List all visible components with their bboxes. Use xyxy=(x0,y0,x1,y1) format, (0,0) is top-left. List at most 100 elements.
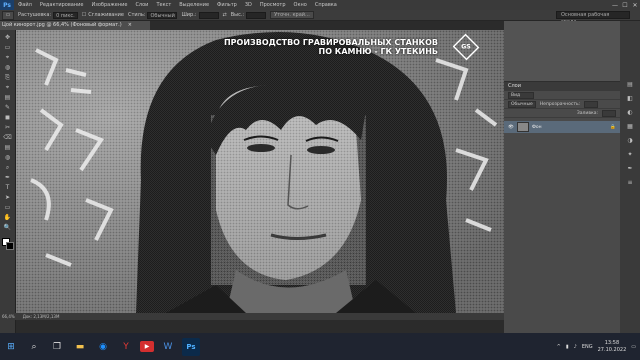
feather-input[interactable]: 0 пикс. xyxy=(53,11,78,19)
lasso-tool-icon[interactable]: ⌖ xyxy=(2,54,14,62)
menu-view[interactable]: Просмотр xyxy=(256,2,290,8)
opacity-label: Непрозрачность: xyxy=(539,101,581,107)
panels-area: Слои Вид Обычные Непрозрачность: Заливка… xyxy=(504,21,620,333)
photoshop-icon[interactable]: Ps xyxy=(182,337,200,356)
width-label: Шир.: xyxy=(181,12,197,18)
antialias-group[interactable]: ☐ Сглаживание xyxy=(82,12,124,18)
volume-icon[interactable]: ♪ xyxy=(574,344,577,350)
workspace-select[interactable]: Основная рабочая среда xyxy=(556,11,630,25)
style-group: Стиль: Обычный xyxy=(128,11,178,19)
minimize-button[interactable]: — xyxy=(610,2,620,9)
color-panel-icon[interactable]: ◐ xyxy=(625,109,635,117)
width-group: Шир.: xyxy=(181,11,219,19)
hand-tool-icon[interactable]: ✋ xyxy=(2,214,14,222)
search-icon[interactable]: ⌕ xyxy=(25,338,43,356)
zoom-level[interactable]: 66,4% xyxy=(2,313,15,320)
quick-select-tool-icon[interactable]: ◍ xyxy=(2,64,14,72)
language-indicator[interactable]: ENG xyxy=(582,344,593,350)
start-icon[interactable]: ⊞ xyxy=(2,338,20,356)
layers-panel-title[interactable]: Слои xyxy=(504,82,620,91)
swap-icon[interactable]: ⇄ xyxy=(223,12,227,18)
clock-date: 27.10.2022 xyxy=(597,346,627,353)
height-label: Выс.: xyxy=(230,12,245,18)
pen-tool-icon[interactable]: ✒ xyxy=(2,174,14,182)
menu-layers[interactable]: Слои xyxy=(131,2,152,8)
browser-icon[interactable]: ◉ xyxy=(94,338,112,356)
height-input[interactable] xyxy=(246,11,267,19)
watermark-line-2: ПО КАМНЮ - ГК УТЕКИНЬ xyxy=(318,47,439,56)
crop-tool-icon[interactable]: ⎘ xyxy=(2,74,14,82)
eyedropper-tool-icon[interactable]: ⌖ xyxy=(2,84,14,92)
tools-panel: ✥ ▭ ⌖ ◍ ⎘ ⌖ ▤ ✎ ◼ ✂ ⌫ ▤ ◍ ⌕ ✒ T ➤ ▭ ✋ 🔍 xyxy=(0,30,16,333)
history-panel-icon[interactable]: ▤ xyxy=(625,81,635,89)
panel-dock: ▤ ◧ ◐ ▦ ◑ ✦ ✒ ≡ xyxy=(620,21,640,333)
menu-filter[interactable]: Фильтр xyxy=(213,2,241,8)
background-color[interactable] xyxy=(5,242,14,250)
swatches-panel-icon[interactable]: ▦ xyxy=(625,123,635,131)
menu-file[interactable]: Файл xyxy=(14,2,36,8)
fill-input[interactable] xyxy=(602,109,616,117)
menu-edit[interactable]: Редактирование xyxy=(36,2,88,8)
watermark: ПРОИЗВОДСТВО ГРАВИРОВАЛЬНЫХ СТАНКОВ ПО К… xyxy=(224,38,438,56)
watermark-line-1: ПРОИЗВОДСТВО ГРАВИРОВАЛЬНЫХ СТАНКОВ xyxy=(223,38,438,47)
blend-mode-select[interactable]: Обычные xyxy=(508,100,536,108)
height-group: Выс.: xyxy=(230,11,267,19)
opacity-input[interactable] xyxy=(584,100,599,108)
text-tool-icon[interactable]: T xyxy=(2,184,14,192)
layer-kind-select[interactable]: Вид xyxy=(508,91,534,99)
paths-panel-icon[interactable]: ✒ xyxy=(625,165,635,173)
layer-background[interactable]: 👁 Фон 🔒 xyxy=(504,121,620,133)
channels-panel-icon[interactable]: ≡ xyxy=(625,179,635,187)
word-icon[interactable]: W xyxy=(159,338,177,356)
menu-3d[interactable]: 3D xyxy=(241,2,256,8)
history-brush-tool-icon[interactable]: ✂ xyxy=(2,124,14,132)
task-view-icon[interactable]: ❐ xyxy=(48,338,66,356)
eye-icon[interactable]: 👁 xyxy=(508,125,514,130)
clone-stamp-tool-icon[interactable]: ◼ xyxy=(2,114,14,122)
eraser-tool-icon[interactable]: ⌫ xyxy=(2,134,14,142)
move-tool-icon[interactable]: ✥ xyxy=(2,34,14,42)
path-select-tool-icon[interactable]: ➤ xyxy=(2,194,14,202)
menu-window[interactable]: Окно xyxy=(290,2,311,8)
antialias-label: Сглаживание xyxy=(88,12,124,18)
notifications-icon[interactable]: ▭ xyxy=(631,344,636,350)
menu-select[interactable]: Выделение xyxy=(175,2,213,8)
menu-text[interactable]: Текст xyxy=(152,2,175,8)
layer-name: Фон xyxy=(532,124,542,130)
color-swatches[interactable] xyxy=(1,238,14,250)
properties-panel-icon[interactable]: ◧ xyxy=(625,95,635,103)
brand-logo-text: GS xyxy=(461,43,471,51)
network-icon[interactable]: ▮ xyxy=(566,344,569,350)
close-tab-icon[interactable]: × xyxy=(128,21,132,30)
document-tab[interactable]: Цой кинорот.jpg @ 66,4% (Фоновый формат.… xyxy=(0,21,150,30)
width-input[interactable] xyxy=(198,11,219,19)
document-canvas[interactable]: ПРОИЗВОДСТВО ГРАВИРОВАЛЬНЫХ СТАНКОВ ПО К… xyxy=(16,30,504,313)
maximize-button[interactable]: ☐ xyxy=(620,2,630,9)
healing-tool-icon[interactable]: ▤ xyxy=(2,94,14,102)
gradient-tool-icon[interactable]: ▤ xyxy=(2,144,14,152)
menu-help[interactable]: Справка xyxy=(311,2,341,8)
style-select[interactable]: Обычный xyxy=(147,11,178,19)
marquee-tool-icon[interactable]: ▭ xyxy=(2,44,14,52)
yandex-icon[interactable]: Y xyxy=(117,338,135,356)
blur-tool-icon[interactable]: ◍ xyxy=(2,154,14,162)
media-icon[interactable]: ▶ xyxy=(140,341,154,352)
refine-edge-button[interactable]: Уточн. край... xyxy=(270,11,314,19)
dodge-tool-icon[interactable]: ⌕ xyxy=(2,164,14,172)
shape-tool-icon[interactable]: ▭ xyxy=(2,204,14,212)
blend-row: Обычные Непрозрачность: xyxy=(504,100,620,109)
folder-icon[interactable]: ▬ xyxy=(71,338,89,356)
menu-image[interactable]: Изображение xyxy=(87,2,131,8)
portrait-image xyxy=(16,30,504,313)
adjustments-panel-icon[interactable]: ◑ xyxy=(625,137,635,145)
marquee-tool-preset[interactable]: ▭ xyxy=(2,10,14,20)
close-button[interactable]: ✕ xyxy=(630,2,640,9)
antialias-checkbox[interactable]: ☐ xyxy=(82,12,86,18)
styles-panel-icon[interactable]: ✦ xyxy=(625,151,635,159)
tray-up-arrow-icon[interactable]: ^ xyxy=(557,344,561,350)
brush-tool-icon[interactable]: ✎ xyxy=(2,104,14,112)
document-title: Цой кинорот.jpg @ 66,4% (Фоновый формат.… xyxy=(2,22,122,28)
zoom-tool-icon[interactable]: 🔍 xyxy=(2,224,14,232)
fill-label: Заливка: xyxy=(576,110,598,116)
clock[interactable]: 13:58 27.10.2022 xyxy=(598,340,627,354)
